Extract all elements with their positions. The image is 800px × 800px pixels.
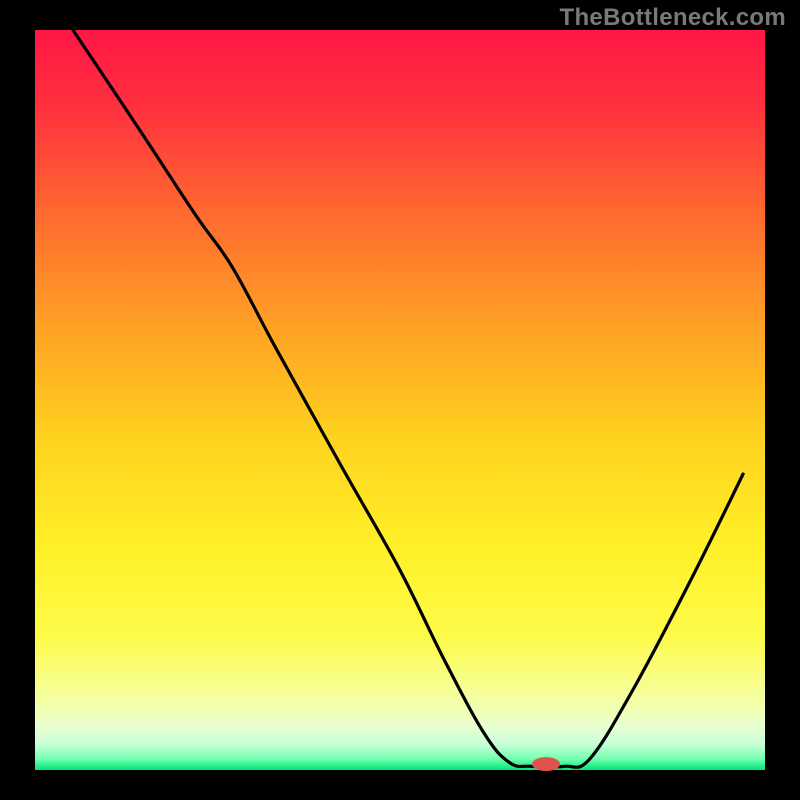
bottleneck-chart (0, 0, 800, 800)
chart-frame: TheBottleneck.com (0, 0, 800, 800)
optimum-marker-icon (532, 757, 560, 771)
plot-background (35, 30, 765, 770)
